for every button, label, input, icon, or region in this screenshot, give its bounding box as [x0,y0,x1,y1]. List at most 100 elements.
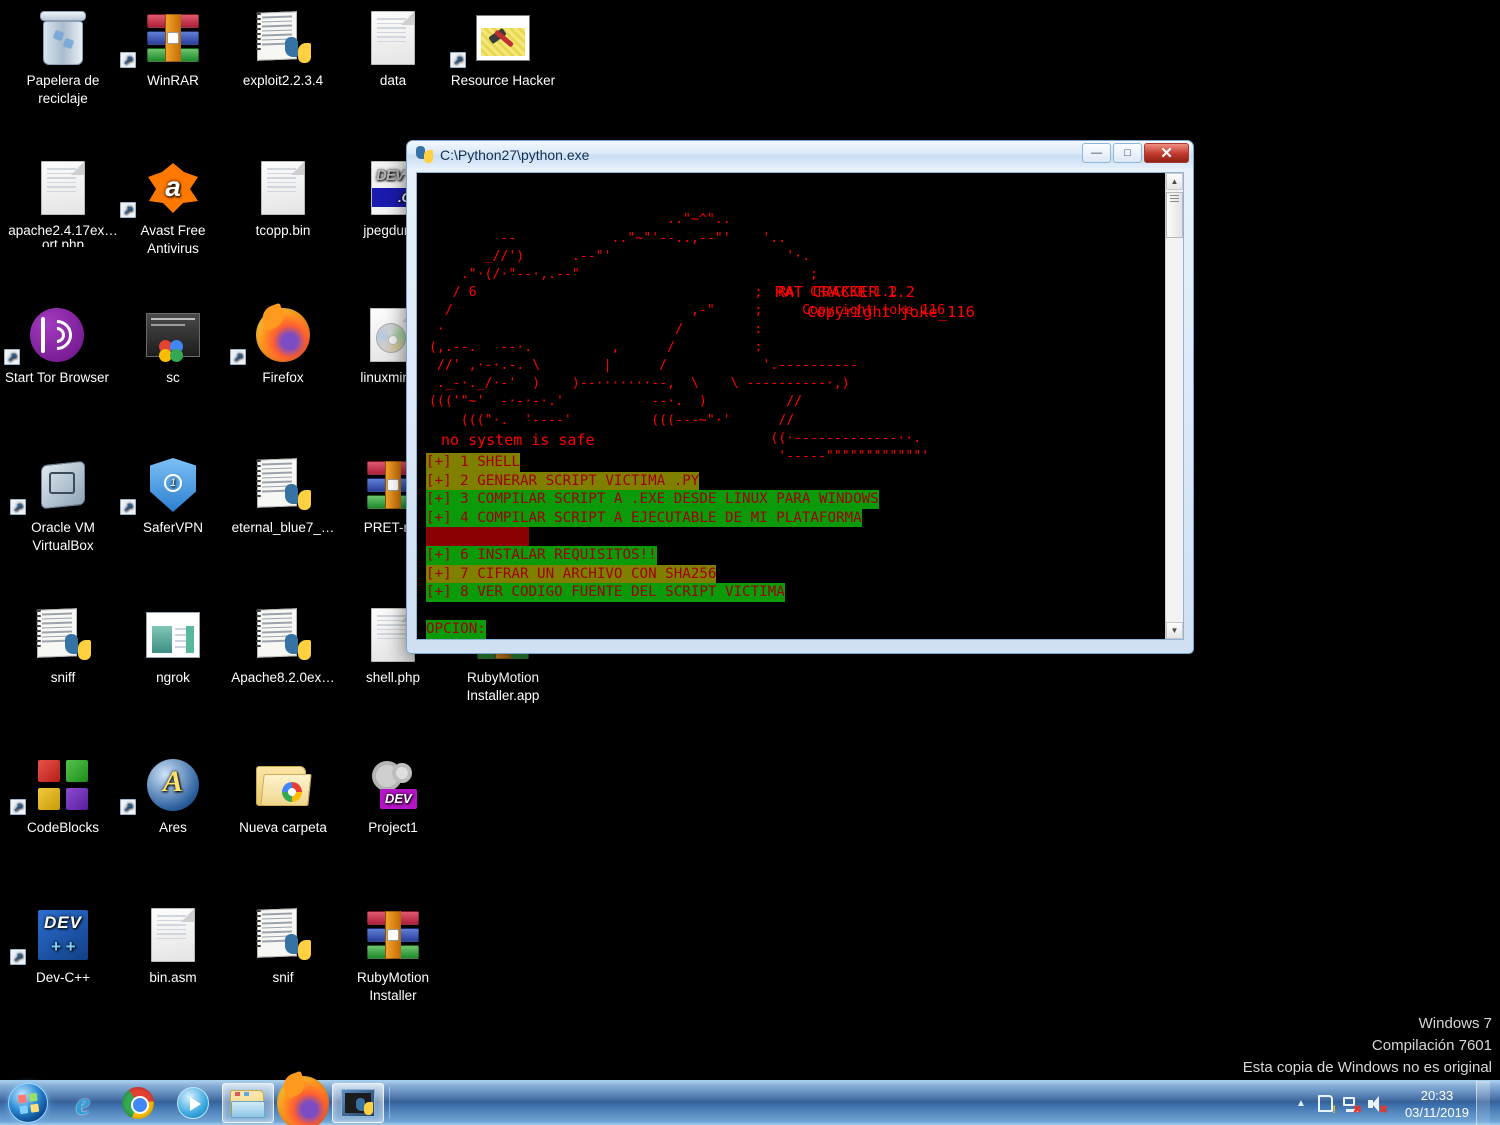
desktop-icon-nueva-carpeta[interactable]: Nueva carpeta [228,755,338,837]
desktop-icon-label: Oracle VM VirtualBox [31,520,95,553]
taskbar-item-file-explorer[interactable] [222,1083,274,1123]
taskbar-item-python-console[interactable] [332,1083,384,1123]
python-console-window[interactable]: C:\Python27\python.exe — □ ✕ .."~^".. --… [406,140,1194,654]
desktop-icon-oracle-vm[interactable]: Oracle VM VirtualBox [8,455,118,555]
action-center-flag-icon[interactable]: ! [1312,1089,1338,1119]
window-buttons: — □ ✕ [1082,143,1189,163]
ngrok-icon [118,605,228,665]
taskbar-item-media-player[interactable] [167,1083,219,1123]
screenshot-icon [118,305,228,365]
console-menu-item[interactable] [426,527,529,546]
tray-expand-button[interactable]: ▲ [1290,1089,1312,1119]
console-menu-row: OPCION: [426,620,879,639]
console-menu-item[interactable]: [+] 1 SHELL [426,453,520,472]
desktop-icon-resource-hacker[interactable]: Resource Hacker [448,8,558,90]
system-tray[interactable]: ▲ ! ✖ ✖ 20:33 03/11/2019 [1290,1081,1500,1125]
desktop-icon-firefox[interactable]: Firefox [228,305,338,387]
taskbar-clock[interactable]: 20:33 03/11/2019 [1398,1087,1476,1121]
console-menu-row [426,602,879,621]
console-menu-item[interactable]: [+] 6 INSTALAR REQUISITOS!! [426,545,657,565]
taskbar-item-internet-explorer[interactable]: e [57,1083,109,1123]
desktop-icon-exploit2-2-3-4[interactable]: exploit2.2.3.4 [228,8,338,90]
winrar-icon [338,905,448,965]
console-menu-item[interactable]: [+] 2 GENERAR SCRIPT VICTIMA .PY [426,471,700,491]
taskbar-item-google-chrome[interactable] [112,1083,164,1123]
console-menu-item[interactable]: [+] 7 CIFRAR UN ARCHIVO CON SHA256 [426,564,717,584]
scrollbar-thumb[interactable] [1166,192,1183,238]
taskbar[interactable]: e ▲ ! ✖ ✖ 20:33 03/11/2019 [0,1076,1500,1125]
desktop-icon-label: ngrok [156,670,190,685]
shortcut-overlay-icon [120,52,136,68]
desktop-icon-papelera-de[interactable]: Papelera de reciclaje [8,8,118,108]
desktop-icon-rubymotion[interactable]: RubyMotion Installer [338,905,448,1005]
desktop-icon-eternal-blue7[interactable]: eternal_blue7_… [228,455,338,537]
console-menu-item[interactable]: [+] 4 COMPILAR SCRIPT A EJECUTABLE DE MI… [426,508,862,528]
window-title-bar[interactable]: C:\Python27\python.exe — □ ✕ [407,141,1193,168]
avast-icon: a [118,158,228,218]
ares-icon: A [118,755,228,815]
minimize-button[interactable]: — [1082,143,1111,163]
desktop-icon-label: SaferVPN [142,520,204,535]
media-player-icon [177,1087,209,1119]
safervpn-icon: 1 [118,455,228,515]
desktop-icon-codeblocks[interactable]: CodeBlocks [8,755,118,837]
console-menu-row: [+] 8 VER CODIGO FUENTE DEL SCRIPT VICTI… [426,583,879,602]
console-scrollbar[interactable]: ▲ ▼ [1165,173,1183,639]
desktop-icon-start-tor-browser[interactable]: Start Tor Browser [2,305,112,387]
console-menu-item[interactable] [426,602,435,621]
start-button[interactable] [2,1081,54,1125]
desktop-icon-apache8-2-0ex[interactable]: Apache8.2.0ex… [228,605,338,687]
shortcut-overlay-icon [4,349,20,365]
windows-activation-watermark: Windows 7 Compilación 7601 Esta copia de… [1243,1013,1492,1079]
desktop-icon-label: eternal_blue7_… [231,520,335,535]
resource-hacker-icon [448,8,558,68]
taskbar-separator [389,1087,390,1119]
desktop-icon-ngrok[interactable]: ngrok [118,605,228,687]
console-menu-item[interactable]: [+] 8 VER CODIGO FUENTE DEL SCRIPT VICTI… [426,583,785,602]
desktop-icon-ares[interactable]: A Ares [118,755,228,837]
desktop-icon-label: Avast Free Antivirus [140,223,206,256]
desktop-icon-safervpn[interactable]: 1 SaferVPN [118,455,228,537]
tagline-text: no system is safe [441,431,595,449]
desktop-icon-label: CodeBlocks [26,820,100,835]
desktop-root: Papelera de reciclaje WinRAR exploit2.2.3.… [0,0,1500,1125]
windows-logo-icon [8,1083,48,1123]
desktop-icon-tcopp-bin[interactable]: tcopp.bin [228,158,338,240]
desktop-icon-project1[interactable]: DEV Project1 [338,755,448,837]
shortcut-overlay-icon [230,349,246,365]
desktop-icon-sc[interactable]: sc [118,305,228,387]
desktop-icon-winrar[interactable]: WinRAR [118,8,228,90]
chrome-icon [122,1087,154,1119]
desktop-icon-snif[interactable]: snif [228,905,338,987]
watermark-line-3: Esta copia de Windows no es original [1242,1059,1492,1076]
console-menu-item[interactable]: [+] 3 COMPILAR SCRIPT A .EXE DESDE LINUX… [426,490,879,509]
dev-cpp-icon: DEV + + [8,905,118,965]
console-body[interactable]: .."~^".. -- .."~"'--..,--"' '.. _//') .-… [416,172,1184,640]
python-script-icon [228,905,338,965]
desktop-icon-dev-c[interactable]: DEV+ + Dev-C++ [8,905,118,987]
desktop-icon-sniff[interactable]: sniff [8,605,118,687]
console-menu-item[interactable]: OPCION: [426,620,486,639]
taskbar-item-firefox[interactable] [277,1076,329,1125]
banner-copyright: Copyright joke_116 [807,303,975,321]
network-icon[interactable]: ✖ [1338,1089,1364,1119]
show-desktop-button[interactable] [1476,1081,1490,1125]
desktop-icon-label: snif [272,970,294,985]
desktop-icon-label: RubyMotion Installer [356,970,430,1003]
scroll-down-button[interactable]: ▼ [1166,622,1183,639]
console-menu-row [426,527,879,546]
desktop-icon-apache2-4-17ex[interactable]: apache2.4.17ex… [8,158,118,240]
file-icon [8,158,118,218]
close-button[interactable]: ✕ [1144,143,1189,163]
desktop-icon-bin-asm[interactable]: bin.asm [118,905,228,987]
volume-muted-icon[interactable]: ✖ [1364,1089,1390,1119]
desktop-icon-label: shell.php [365,670,421,685]
maximize-button[interactable]: □ [1113,143,1142,163]
console-menu-row: [+] 3 COMPILAR SCRIPT A .EXE DESDE LINUX… [426,490,879,509]
desktop-icon-ort-php[interactable]: ort.php [8,232,118,247]
python-script-icon [228,8,338,68]
desktop-icon-avast-free[interactable]: a Avast Free Antivirus [118,158,228,258]
desktop-icon-label: RubyMotion Installer.app [466,670,540,703]
scroll-up-button[interactable]: ▲ [1166,173,1183,190]
desktop-icon-data[interactable]: data [338,8,448,90]
